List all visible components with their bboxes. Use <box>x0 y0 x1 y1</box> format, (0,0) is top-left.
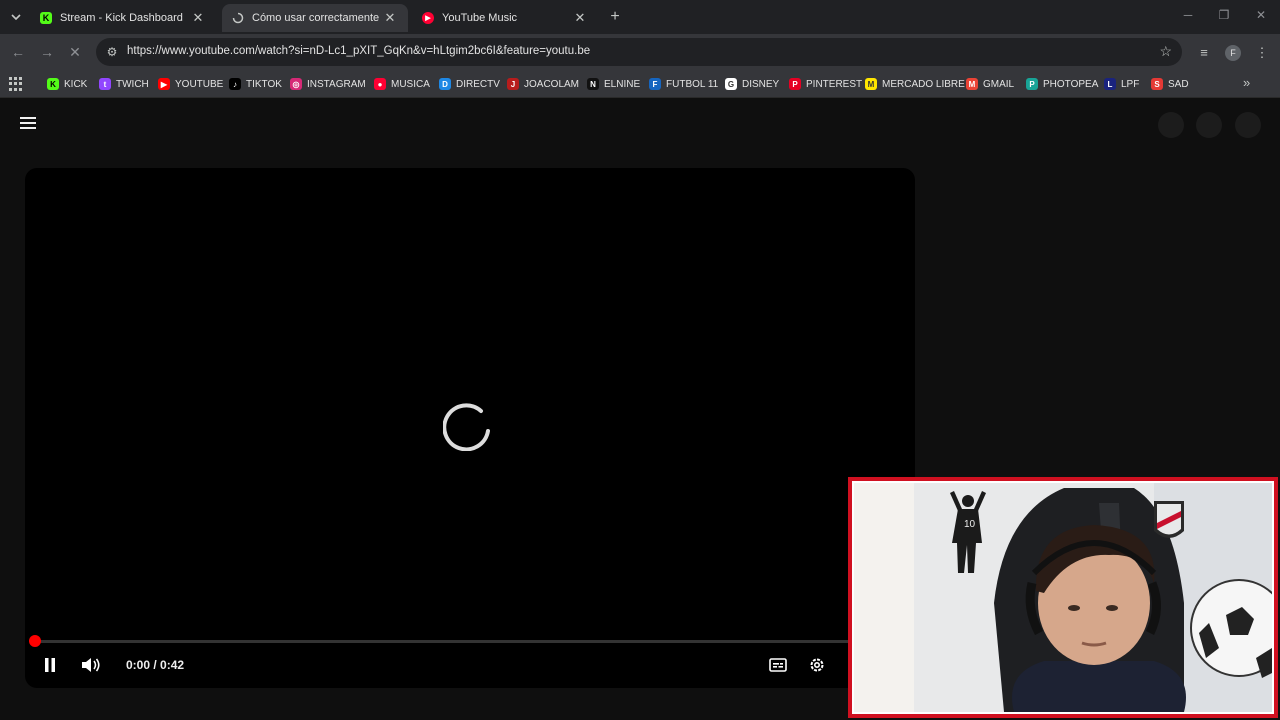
loading-spinner-icon <box>443 403 490 451</box>
bookmark-elnine[interactable]: N ELNINE <box>587 77 640 91</box>
placeholder-circle <box>1196 112 1222 138</box>
bookmark-favicon-icon: S <box>1151 78 1163 90</box>
bookmark-label: LPF <box>1121 78 1140 90</box>
volume-icon[interactable] <box>79 654 103 676</box>
webcam-feed-image: 10 <box>854 483 1272 712</box>
profile-avatar[interactable]: F <box>1225 45 1241 61</box>
bookmark-directv[interactable]: D DIRECTV <box>439 77 500 91</box>
bookmark-label: TWICH <box>116 78 149 90</box>
bookmarks-bar: K KICK t TWICH ▶ YOUTUBE ♪ TIKTOK ◎ INSTAGRAM ● MUS… <box>0 70 1280 98</box>
toolbar: ← → ✕ ⚙ https://www.youtube.com/watch?si… <box>0 34 1280 70</box>
tab-como-usar[interactable]: Cómo usar correctamente una ✕ <box>222 4 408 32</box>
menu-kebab-icon[interactable]: ⋮ <box>1253 44 1271 62</box>
close-tab-icon[interactable]: ✕ <box>572 10 588 26</box>
placeholder-circle <box>1235 112 1261 138</box>
bookmark-favicon-icon: D <box>439 78 451 90</box>
bookmark-label: GMAIL <box>983 78 1015 90</box>
bookmark-favicon-icon: ◎ <box>290 78 302 90</box>
bookmark-favicon-icon: ▶ <box>158 78 170 90</box>
restore-button[interactable]: ❐ <box>1214 8 1234 26</box>
bookmark-star-icon[interactable]: ☆ <box>1159 43 1172 60</box>
forward-button[interactable]: → <box>37 42 57 62</box>
bookmark-favicon-icon: K <box>47 78 59 90</box>
bookmark-label: MERCADO LIBRE <box>882 78 965 90</box>
address-bar[interactable]: ⚙ https://www.youtube.com/watch?si=nD-Lc… <box>96 38 1182 66</box>
bookmark-label: KICK <box>64 78 88 90</box>
bookmark-youtube[interactable]: ▶ YOUTUBE <box>158 77 223 91</box>
site-info-icon[interactable]: ⚙ <box>104 44 120 60</box>
tab-title: Stream - Kick Dashboard <box>60 12 183 24</box>
bookmark-favicon-icon: P <box>1026 78 1038 90</box>
bookmark-disney[interactable]: G DISNEY <box>725 77 779 91</box>
more-bookmarks-icon[interactable]: » <box>1243 75 1250 90</box>
bookmark-favicon-icon: G <box>725 78 737 90</box>
bookmark-label: DIRECTV <box>456 78 500 90</box>
scrubber-handle[interactable] <box>29 635 41 647</box>
bookmark-twich[interactable]: t TWICH <box>99 77 149 91</box>
bookmark-favicon-icon: ♪ <box>229 78 241 90</box>
close-window-button[interactable]: ✕ <box>1251 8 1271 26</box>
placeholder-circle <box>1158 112 1184 138</box>
bookmark-kick[interactable]: K KICK <box>47 77 87 91</box>
tab-title: YouTube Music <box>442 12 518 24</box>
settings-gear-icon[interactable] <box>806 654 828 676</box>
bookmark-musica[interactable]: ● MUSICA <box>374 77 430 91</box>
bookmark-joacolam[interactable]: J JOACOLAM <box>507 77 579 91</box>
bookmark-gmail[interactable]: M GMAIL <box>966 77 1014 91</box>
bookmark-favicon-icon: J <box>507 78 519 90</box>
webcam-overlay: 10 <box>848 477 1278 718</box>
bookmark-instagram[interactable]: ◎ INSTAGRAM <box>290 77 366 91</box>
url-text[interactable]: https://www.youtube.com/watch?si=nD-Lc1_… <box>127 45 590 57</box>
bookmark-label: JOACOLAM <box>524 78 580 90</box>
subtitles-icon[interactable] <box>767 654 789 676</box>
youtube-music-icon: ▶ <box>422 12 434 24</box>
tab-kick-dashboard[interactable]: K Stream - Kick Dashboard ✕ <box>30 4 216 32</box>
time-display: 0:00 / 0:42 <box>126 658 185 672</box>
bookmark-favicon-icon: M <box>865 78 877 90</box>
apps-grid-icon[interactable] <box>9 77 23 91</box>
svg-text:10: 10 <box>964 519 976 530</box>
pause-button[interactable] <box>39 654 61 676</box>
media-controls-icon[interactable]: ≡ <box>1195 44 1213 62</box>
loading-icon <box>232 12 244 24</box>
bookmark-favicon-icon: F <box>649 78 661 90</box>
guide-menu-icon[interactable] <box>20 117 36 129</box>
minimize-button[interactable]: ─ <box>1178 8 1198 26</box>
video-player[interactable]: 0:00 / 0:42 <box>25 168 915 688</box>
bookmark-label: PINTEREST <box>806 78 863 90</box>
bookmark-sad[interactable]: S SAD <box>1151 77 1189 91</box>
bookmark-lpf[interactable]: L LPF <box>1104 77 1139 91</box>
bookmark-favicon-icon: M <box>966 78 978 90</box>
bookmark-label: PHOTOPEA <box>1043 78 1099 90</box>
bookmark-favicon-icon: N <box>587 78 599 90</box>
bookmark-label: SAD <box>1168 78 1189 90</box>
bookmark-favicon-icon: ● <box>374 78 386 90</box>
tab-strip: K Stream - Kick Dashboard ✕ Cómo usar co… <box>0 0 1280 34</box>
bookmark-tiktok[interactable]: ♪ TIKTOK <box>229 77 282 91</box>
bookmark-label: TIKTOK <box>246 78 282 90</box>
bookmark-photopea[interactable]: P PHOTOPEA <box>1026 77 1098 91</box>
bookmark-label: MUSICA <box>391 78 430 90</box>
tab-youtube-music[interactable]: ▶ YouTube Music ✕ <box>412 4 598 32</box>
back-button[interactable]: ← <box>8 42 28 62</box>
bookmark-label: INSTAGRAM <box>307 78 366 90</box>
bookmark-label: FUTBOL 11 <box>666 78 719 90</box>
stop-loading-button[interactable]: ✕ <box>65 42 85 62</box>
close-tab-icon[interactable]: ✕ <box>382 10 398 26</box>
bookmark-favicon-icon: P <box>789 78 801 90</box>
bookmark-pinterest[interactable]: P PINTEREST <box>789 77 862 91</box>
kick-icon: K <box>40 12 52 24</box>
bookmark-futbol-11[interactable]: F FUTBOL 11 <box>649 77 718 91</box>
bookmark-mercado-libre[interactable]: M MERCADO LIBRE <box>865 77 965 91</box>
tab-search-chevron-icon[interactable] <box>6 7 26 27</box>
bookmark-label: YOUTUBE <box>175 78 224 90</box>
bookmark-label: DISNEY <box>742 78 780 90</box>
tab-title: Cómo usar correctamente una <box>252 12 382 24</box>
bookmark-favicon-icon: L <box>1104 78 1116 90</box>
bookmark-label: ELNINE <box>604 78 641 90</box>
bookmark-favicon-icon: t <box>99 78 111 90</box>
close-tab-icon[interactable]: ✕ <box>190 10 206 26</box>
progress-bar[interactable] <box>35 640 905 643</box>
new-tab-button[interactable]: + <box>606 8 624 26</box>
